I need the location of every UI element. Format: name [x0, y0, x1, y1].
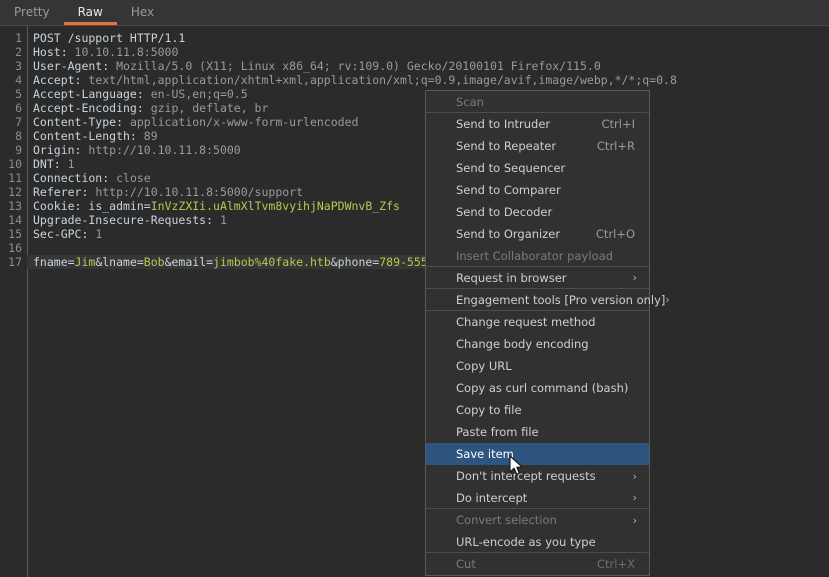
menu-item-insert-collaborator-payload: Insert Collaborator payload: [426, 245, 649, 267]
tab-pretty[interactable]: Pretty: [0, 0, 64, 25]
tab-hex[interactable]: Hex: [117, 0, 168, 25]
menu-item-paste-from-file[interactable]: Paste from file: [426, 421, 649, 443]
menu-item-accelerator: Ctrl+I: [601, 117, 636, 131]
menu-item-convert-selection: Convert selection ›: [426, 509, 649, 531]
code-line[interactable]: Content-Type: application/x-www-form-url…: [33, 115, 358, 129]
context-menu[interactable]: Scan Send to Intruder Ctrl+I Send to Repeat…: [425, 90, 670, 576]
line-number: 8: [15, 129, 22, 143]
menu-item-send-to-intruder[interactable]: Send to Intruder Ctrl+I: [426, 113, 649, 135]
menu-item-label: Send to Repeater: [456, 139, 557, 153]
line-number: 13: [8, 199, 22, 213]
menu-item-label: Engagement tools [Pro version only]: [456, 292, 666, 307]
raw-request-editor[interactable]: 1 2 3 4 5 6 7 8 9 10 11 12 13 14 15 16 17 POST /support …: [0, 26, 829, 577]
menu-item-label: Send to Comparer: [456, 183, 561, 197]
code-line[interactable]: Upgrade-Insecure-Requests: 1: [33, 213, 227, 227]
menu-item-label: Insert Collaborator payload: [456, 248, 613, 263]
code-line[interactable]: Accept-Language: en-US,en;q=0.5: [33, 87, 248, 101]
menu-item-label: Save item: [456, 447, 514, 461]
code-line[interactable]: Cookie: is_admin=InVzZXIi.uAlmXlTvm8vyih…: [33, 199, 400, 213]
line-number: 6: [15, 101, 22, 115]
menu-item-label: Copy to file: [456, 403, 522, 417]
line-number: 10: [8, 157, 22, 171]
line-number: 7: [15, 115, 22, 129]
line-number: 3: [15, 59, 22, 73]
menu-item-label: Copy URL: [456, 359, 512, 373]
code-line[interactable]: Host: 10.10.11.8:5000: [33, 45, 178, 59]
line-number: 12: [8, 185, 22, 199]
line-number: 17: [8, 255, 22, 269]
code-line[interactable]: POST /support HTTP/1.1: [33, 31, 185, 45]
menu-item-label: Do intercept: [456, 490, 528, 505]
chevron-right-icon: ›: [632, 469, 637, 483]
line-number: 15: [8, 227, 22, 241]
menu-item-label: Don't intercept requests: [456, 469, 596, 483]
line-number: 14: [8, 213, 22, 227]
menu-item-label: Change body encoding: [456, 337, 589, 351]
menu-item-copy-to-file[interactable]: Copy to file: [426, 399, 649, 421]
line-number: 11: [8, 171, 22, 185]
menu-item-label: Send to Organizer: [456, 227, 561, 241]
code-line-body-selected[interactable]: fname=Jim&lname=Bob&email=jimbob%40fake.…: [27, 255, 493, 269]
chevron-right-icon: ›: [632, 271, 637, 284]
menu-item-url-encode-as-you-type[interactable]: URL-encode as you type: [426, 531, 649, 553]
line-number: 5: [15, 87, 22, 101]
line-number: 4: [15, 73, 22, 87]
menu-item-label: Cut: [456, 557, 476, 571]
code-line[interactable]: Accept-Encoding: gzip, deflate, br: [33, 101, 268, 115]
chevron-right-icon: ›: [665, 293, 670, 306]
line-number: 1: [15, 31, 22, 45]
menu-item-send-to-comparer[interactable]: Send to Comparer: [426, 179, 649, 201]
menu-item-label: Send to Decoder: [456, 205, 553, 219]
menu-item-cut: Cut Ctrl+X: [426, 553, 649, 575]
code-line[interactable]: Sec-GPC: 1: [33, 227, 102, 241]
menu-item-change-body-encoding[interactable]: Change body encoding: [426, 333, 649, 355]
menu-item-label: Request in browser: [456, 270, 567, 285]
code-line[interactable]: User-Agent: Mozilla/5.0 (X11; Linux x86_…: [33, 59, 601, 73]
menu-item-save-item[interactable]: Save item: [426, 443, 649, 465]
code-line[interactable]: [33, 241, 40, 255]
menu-item-don-t-intercept-requests[interactable]: Don't intercept requests ›: [426, 465, 649, 487]
code-line[interactable]: Connection: close: [33, 171, 151, 185]
menu-item-label: URL-encode as you type: [456, 534, 596, 549]
code-line[interactable]: Accept: text/html,application/xhtml+xml,…: [33, 73, 677, 87]
menu-item-scan: Scan: [426, 91, 649, 113]
menu-item-send-to-repeater[interactable]: Send to Repeater Ctrl+R: [426, 135, 649, 157]
code-line[interactable]: Origin: http://10.10.11.8:5000: [33, 143, 241, 157]
menu-item-copy-as-curl-command-bash[interactable]: Copy as curl command (bash): [426, 377, 649, 399]
menu-item-send-to-sequencer[interactable]: Send to Sequencer: [426, 157, 649, 179]
menu-item-label: Copy as curl command (bash): [456, 381, 629, 395]
menu-item-do-intercept[interactable]: Do intercept ›: [426, 487, 649, 509]
menu-item-request-in-browser[interactable]: Request in browser ›: [426, 267, 649, 289]
menu-item-change-request-method[interactable]: Change request method: [426, 311, 649, 333]
message-view-tabbar: Pretty Raw Hex: [0, 0, 829, 26]
code-line[interactable]: DNT: 1: [33, 157, 75, 171]
menu-item-engagement-tools-pro-version-only[interactable]: Engagement tools [Pro version only] ›: [426, 289, 670, 311]
burp-request-editor-window: Pretty Raw Hex 1 2 3 4 5 6 7 8 9 10 11 12 13 14 15 16 17 P…: [0, 0, 829, 577]
menu-item-label: Convert selection: [456, 513, 557, 527]
line-number: 9: [15, 143, 22, 157]
code-line[interactable]: Referer: http://10.10.11.8:5000/support: [33, 185, 303, 199]
line-number: 2: [15, 45, 22, 59]
menu-item-send-to-decoder[interactable]: Send to Decoder: [426, 201, 649, 223]
menu-item-label: Send to Intruder: [456, 117, 551, 131]
menu-item-label: Paste from file: [456, 425, 539, 439]
chevron-right-icon: ›: [632, 513, 637, 527]
menu-item-label: Scan: [456, 94, 484, 109]
menu-item-send-to-organizer[interactable]: Send to Organizer Ctrl+O: [426, 223, 649, 245]
line-number: 16: [8, 241, 22, 255]
line-number-gutter: 1 2 3 4 5 6 7 8 9 10 11 12 13 14 15 16 17: [0, 26, 28, 577]
menu-item-label: Send to Sequencer: [456, 161, 566, 175]
chevron-right-icon: ›: [632, 491, 637, 504]
menu-item-accelerator: Ctrl+O: [595, 227, 635, 241]
menu-item-accelerator: Ctrl+X: [597, 557, 635, 571]
menu-item-accelerator: Ctrl+R: [596, 139, 635, 153]
menu-item-label: Change request method: [456, 315, 596, 329]
menu-item-copy-url[interactable]: Copy URL: [426, 355, 649, 377]
tab-raw[interactable]: Raw: [63, 0, 117, 25]
code-line[interactable]: Content-Length: 89: [33, 129, 158, 143]
